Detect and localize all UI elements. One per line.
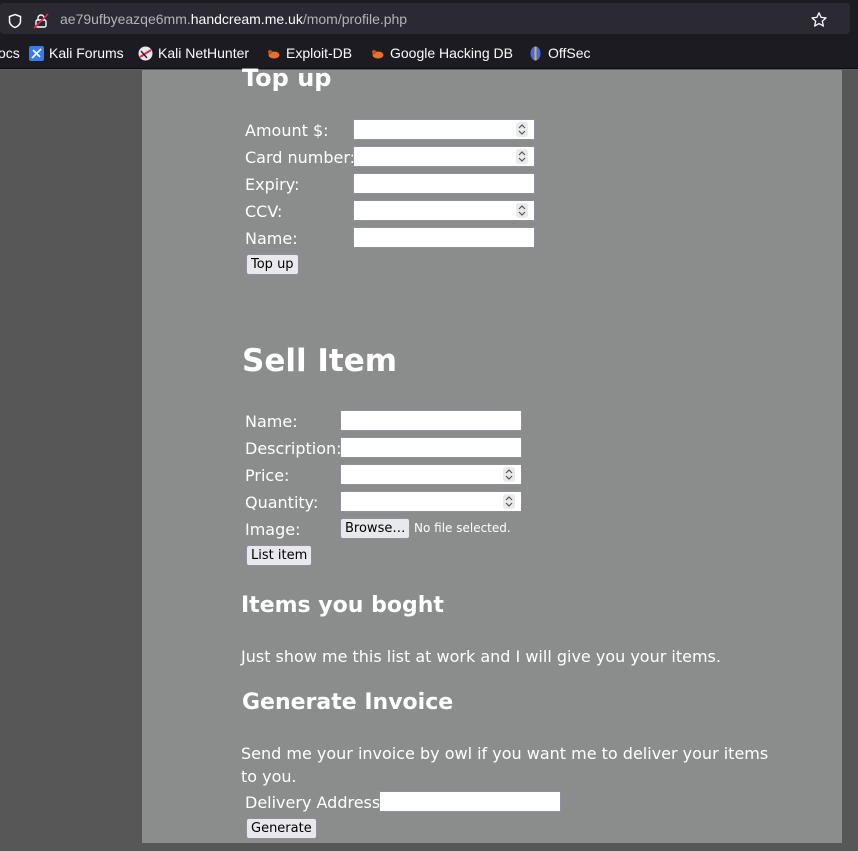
- url-host: handcream.me.uk: [190, 11, 303, 27]
- bookmark-star-icon[interactable]: [810, 11, 828, 33]
- amount-spinner[interactable]: [516, 122, 528, 137]
- offsec-icon: [528, 46, 543, 61]
- card-number-spinner[interactable]: [516, 149, 528, 164]
- price-input[interactable]: [340, 464, 522, 485]
- bookmark-label: Google Hacking DB: [390, 45, 513, 61]
- delivery-address-input[interactable]: [379, 791, 561, 812]
- sell-name-label: Name:: [245, 412, 298, 431]
- bookmark-docs[interactable]: ocs: [0, 45, 20, 61]
- url-path: /mom/profile.php: [302, 11, 408, 27]
- bookmark-label: Kali Forums: [49, 45, 124, 61]
- bookmark-label: Kali NetHunter: [158, 45, 250, 61]
- ghdb-icon: [370, 46, 385, 61]
- address-bar[interactable]: ae79ufbyeazqe6mm.handcream.me.uk/mom/pro…: [0, 3, 850, 34]
- bought-heading: Items you boght: [241, 593, 444, 618]
- address-bar-container: ae79ufbyeazqe6mm.handcream.me.uk/mom/pro…: [0, 0, 858, 38]
- kali-nethunter-icon: [138, 46, 153, 61]
- topup-heading: Top up: [242, 64, 332, 92]
- bookmark-kali-forums[interactable]: Kali Forums: [29, 45, 124, 61]
- invoice-text-line2: to you.: [241, 767, 297, 786]
- expiry-input[interactable]: [353, 173, 535, 194]
- invoice-heading: Generate Invoice: [242, 690, 454, 715]
- generate-button[interactable]: Generate: [246, 818, 317, 839]
- amount-input[interactable]: [353, 119, 535, 140]
- shield-icon[interactable]: [7, 13, 23, 33]
- invoice-text-line1: Send me your invoice by owl if you want …: [241, 744, 769, 763]
- no-file-text: No file selected.: [414, 521, 511, 535]
- topup-name-input[interactable]: [353, 227, 535, 248]
- bookmarks-toolbar: ocs Kali Forums Kali NetHunter Exploit-D…: [0, 38, 858, 69]
- bookmark-exploit-db[interactable]: Exploit-DB: [266, 45, 352, 61]
- bookmark-label: ocs: [0, 45, 20, 61]
- quantity-label: Quantity:: [245, 493, 319, 512]
- topup-name-label: Name:: [245, 229, 298, 248]
- url-prefix: ae79ufbyeazqe6mm.: [60, 11, 191, 27]
- bookmark-label: Exploit-DB: [286, 45, 353, 61]
- bookmark-kali-nethunter[interactable]: Kali NetHunter: [138, 45, 249, 61]
- insecure-lock-icon[interactable]: [33, 13, 49, 33]
- ccv-input[interactable]: [353, 200, 535, 221]
- price-spinner[interactable]: [503, 467, 515, 482]
- exploit-db-icon: [266, 46, 281, 61]
- list-item-button[interactable]: List item: [246, 545, 313, 566]
- bookmark-offsec[interactable]: OffSec: [528, 45, 591, 61]
- amount-label: Amount $:: [245, 121, 329, 140]
- card-number-label: Card number:: [245, 148, 356, 167]
- bookmark-google-hacking-db[interactable]: Google Hacking DB: [370, 45, 513, 61]
- expiry-label: Expiry:: [245, 175, 300, 194]
- sell-heading: Sell Item: [242, 343, 398, 379]
- bought-text: Just show me this list at work and I wil…: [241, 647, 721, 666]
- delivery-address-label: Delivery Address:: [245, 793, 386, 812]
- description-input[interactable]: [340, 437, 522, 458]
- description-label: Description:: [245, 439, 342, 458]
- url-text[interactable]: ae79ufbyeazqe6mm.handcream.me.uk/mom/pro…: [60, 11, 407, 27]
- quantity-spinner[interactable]: [503, 494, 515, 509]
- bookmark-label: OffSec: [548, 45, 591, 61]
- price-label: Price:: [245, 466, 290, 485]
- ccv-spinner[interactable]: [516, 203, 528, 218]
- kali-forums-icon: [29, 45, 44, 61]
- quantity-input[interactable]: [340, 491, 522, 512]
- ccv-label: CCV:: [245, 202, 283, 221]
- image-label: Image:: [245, 520, 301, 539]
- browse-button[interactable]: Browse…: [340, 518, 411, 539]
- topup-button[interactable]: Top up: [246, 254, 299, 275]
- card-number-input[interactable]: [353, 146, 535, 167]
- sell-name-input[interactable]: [340, 410, 522, 431]
